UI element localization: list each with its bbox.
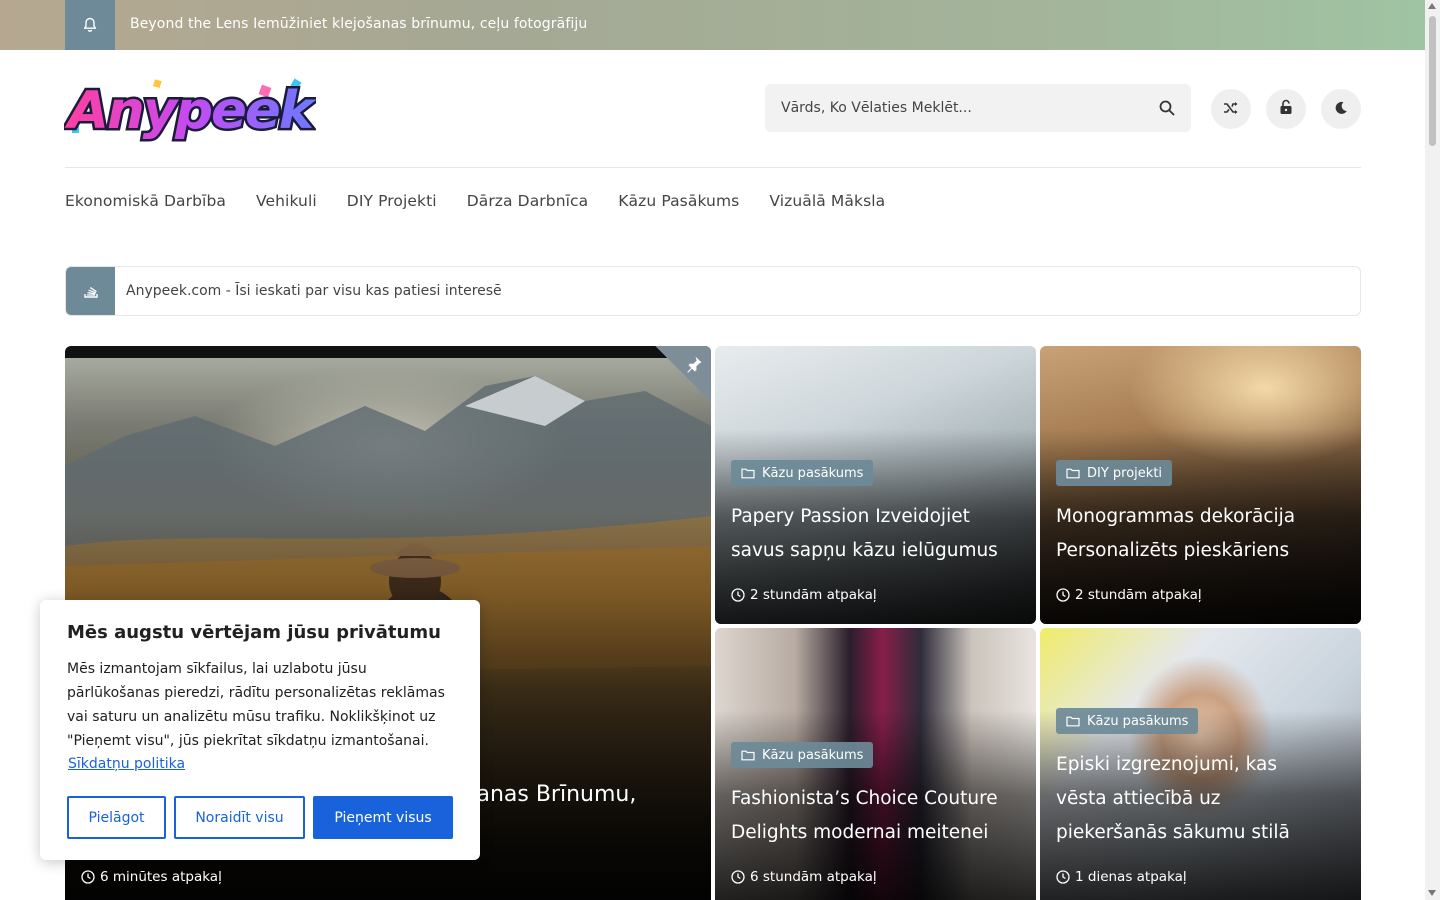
- lock-icon: [1279, 99, 1293, 119]
- post-time-text: 1 dienas atpakaļ: [1075, 869, 1187, 885]
- folder-icon: [1066, 468, 1080, 479]
- stack-icon: [66, 267, 115, 315]
- clock-icon: [1056, 588, 1070, 602]
- site-logo[interactable]: Anypeek: [61, 74, 322, 144]
- post-card[interactable]: Kāzu pasākums Fashionista’s Choice Coutu…: [715, 628, 1036, 900]
- announcement-text[interactable]: Beyond the Lens Iemūžiniet klejošanas br…: [130, 16, 587, 32]
- cookie-policy-link[interactable]: Sīkdatņu politika: [68, 756, 185, 772]
- post-card[interactable]: DIY projekti Monogrammas dekorācija Pers…: [1040, 346, 1361, 624]
- category-badge[interactable]: Kāzu pasākums: [731, 460, 874, 486]
- page-scrollbar[interactable]: [1425, 0, 1440, 900]
- post-time-text: 2 stundām atpakaļ: [1075, 587, 1202, 603]
- pin-icon: [687, 356, 702, 373]
- announcement-bar: Beyond the Lens Iemūžiniet klejošanas br…: [0, 0, 1425, 50]
- random-post-button[interactable]: [1211, 89, 1251, 129]
- cookie-accept-button[interactable]: Pieņemt visus: [313, 796, 453, 839]
- cookie-body: Mēs izmantojam sīkfailus, lai uzlabotu j…: [67, 661, 445, 749]
- dark-mode-toggle[interactable]: [1321, 89, 1361, 129]
- category-badge[interactable]: DIY projekti: [1056, 460, 1173, 486]
- folder-icon: [741, 750, 755, 761]
- scroll-up-arrow-icon[interactable]: [1428, 3, 1436, 9]
- post-card[interactable]: Kāzu pasākums Episki izgreznojumi, kas v…: [1040, 628, 1361, 900]
- nav-item-vizuala-maksla[interactable]: Vizuālā Māksla: [769, 192, 885, 210]
- clock-icon: [731, 870, 745, 884]
- ticker-text[interactable]: Anypeek.com - Īsi ieskati par visu kas p…: [126, 283, 502, 299]
- post-time-text: 2 stundām atpakaļ: [750, 587, 877, 603]
- category-label: Kāzu pasākums: [762, 465, 864, 481]
- category-label: Kāzu pasākums: [762, 747, 864, 763]
- post-time-text: 6 minūtes atpakaļ: [100, 869, 222, 885]
- nav-item-ekonomiska-darbiba[interactable]: Ekonomiskā Darbība: [65, 192, 226, 210]
- folder-icon: [741, 468, 755, 479]
- category-badge[interactable]: Kāzu pasākums: [731, 742, 874, 768]
- clock-icon: [81, 870, 95, 884]
- cookie-customize-button[interactable]: Pielāgot: [67, 796, 166, 839]
- bell-icon: [65, 0, 115, 50]
- scrollbar-thumb[interactable]: [1429, 16, 1436, 146]
- category-label: Kāzu pasākums: [1087, 713, 1189, 729]
- post-title[interactable]: Episki izgreznojumi, kas vēsta attiecībā…: [1056, 748, 1333, 850]
- logo-text: Anypeek: [64, 81, 316, 141]
- category-label: DIY projekti: [1087, 465, 1163, 481]
- shuffle-icon: [1223, 100, 1239, 119]
- search-input[interactable]: [765, 84, 1145, 132]
- post-title[interactable]: Monogrammas dekorācija Personalizēts pie…: [1056, 500, 1333, 568]
- nav-item-vehikuli[interactable]: Vehikuli: [256, 192, 317, 210]
- clock-icon: [1056, 870, 1070, 884]
- nav-item-diy-projekti[interactable]: DIY Projekti: [347, 192, 437, 210]
- post-card[interactable]: Kāzu pasākums Papery Passion Izveidojiet…: [715, 346, 1036, 624]
- category-badge[interactable]: Kāzu pasākums: [1056, 708, 1199, 734]
- header-divider: [65, 167, 1361, 168]
- cookie-title: Mēs augstu vērtējam jūsu privātumu: [67, 622, 441, 643]
- nav-item-darza-darbnica[interactable]: Dārza Darbnīca: [467, 192, 589, 210]
- post-title[interactable]: Fashionista’s Choice Couture Delights mo…: [731, 782, 1008, 850]
- clock-icon: [731, 588, 745, 602]
- scroll-down-arrow-icon[interactable]: [1428, 890, 1436, 896]
- cookie-reject-button[interactable]: Noraidīt visu: [174, 796, 305, 839]
- cookie-consent-dialog: Mēs augstu vērtējam jūsu privātumu Mēs i…: [40, 600, 480, 860]
- main-nav: Ekonomiskā Darbība Vehikuli DIY Projekti…: [65, 192, 885, 210]
- featured-corner: [655, 346, 711, 402]
- post-time: 2 stundām atpakaļ: [1056, 587, 1202, 603]
- featured-post-title[interactable]: šanas Brīnumu,: [465, 778, 691, 812]
- news-ticker: Anypeek.com - Īsi ieskati par visu kas p…: [65, 266, 1361, 316]
- search-icon[interactable]: [1159, 100, 1175, 120]
- moon-icon: [1334, 100, 1348, 119]
- search-box[interactable]: [765, 84, 1191, 132]
- post-title[interactable]: Papery Passion Izveidojiet savus sapņu k…: [731, 500, 1008, 568]
- login-button[interactable]: [1266, 89, 1306, 129]
- post-time: 1 dienas atpakaļ: [1056, 869, 1187, 885]
- post-time: 2 stundām atpakaļ: [731, 587, 877, 603]
- post-time: 6 stundām atpakaļ: [731, 869, 877, 885]
- featured-post-time: 6 minūtes atpakaļ: [81, 869, 222, 885]
- nav-item-kazu-pasakums[interactable]: Kāzu Pasākums: [618, 192, 739, 210]
- folder-icon: [1066, 716, 1080, 727]
- post-time-text: 6 stundām atpakaļ: [750, 869, 877, 885]
